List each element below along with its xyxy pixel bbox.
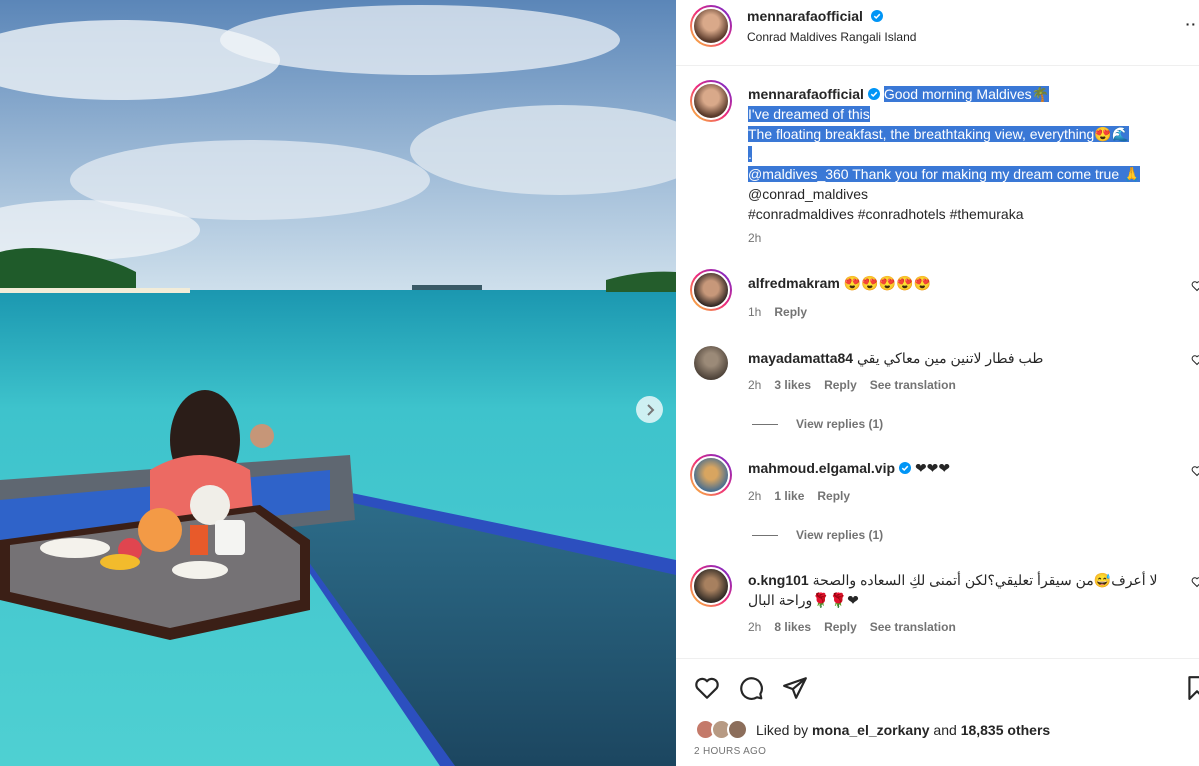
caption-line: @maldives_360 Thank you for making my dr…: [748, 166, 1141, 182]
comment: mahmoud.elgamal.vip ❤❤❤ 2h 1 like Reply …: [676, 452, 1199, 552]
verified-badge-icon: [870, 10, 883, 22]
comment-meta: 2h 3 likes Reply See translation: [748, 378, 956, 392]
comment: alfredmakram 😍😍😍😍😍 1h Reply: [676, 267, 1199, 327]
liked-by: Liked by mona_el_zorkany and 18,835 othe…: [756, 722, 1050, 738]
reply-button[interactable]: Reply: [824, 620, 857, 634]
post-media[interactable]: [0, 0, 676, 766]
reply-button[interactable]: Reply: [824, 378, 857, 392]
comment-text: ❤❤❤: [914, 460, 951, 476]
liker-avatar: [727, 719, 748, 740]
comment-time[interactable]: 1h: [748, 305, 761, 319]
caption-avatar[interactable]: [690, 80, 732, 122]
see-translation-button[interactable]: See translation: [870, 620, 956, 634]
heart-icon[interactable]: [1191, 280, 1199, 292]
post-header: mennarafaofficial Conrad Maldives Rangal…: [676, 0, 1199, 66]
reply-button[interactable]: Reply: [817, 489, 850, 503]
caption-hashtags[interactable]: #conradmaldives #conradhotels #themuraka: [748, 206, 1024, 222]
post-photo: [0, 0, 676, 766]
view-replies-button[interactable]: View replies (1): [752, 417, 883, 431]
caption-line: The floating breakfast, the breathtaking…: [748, 126, 1130, 142]
reply-divider: [752, 423, 778, 425]
comment: mayadamatta84 طب فطار لاتنين مين معاكي ي…: [676, 343, 1199, 438]
comment-meta: 1h Reply: [748, 305, 807, 319]
liked-by-user[interactable]: mona_el_zorkany: [812, 722, 930, 738]
comments-list[interactable]: mennarafaofficial Good morning Maldives🌴…: [676, 67, 1199, 657]
view-replies-label: View replies (1): [796, 417, 884, 431]
more-icon[interactable]: ··: [1186, 16, 1197, 32]
author-avatar[interactable]: [690, 5, 732, 47]
caption-line: Good morning Maldives🌴: [883, 86, 1050, 102]
verified-badge-icon: [867, 88, 880, 100]
commenter-avatar[interactable]: [690, 565, 732, 607]
commenter-avatar[interactable]: [690, 269, 732, 311]
liked-by-prefix: Liked by: [756, 722, 813, 738]
caption-username[interactable]: mennarafaofficial: [748, 86, 864, 102]
next-arrow-icon: [646, 403, 654, 416]
verified-badge-icon: [899, 462, 912, 474]
comment-username[interactable]: o.kng101: [748, 572, 809, 588]
comment-text: لا أعرف😅من سيقرأ تعليقي؟لكن أتمنى لكِ ال…: [748, 572, 1158, 608]
comment-text: طب فطار لاتنين مين معاكي يقي: [856, 350, 1044, 366]
comment-likes[interactable]: 1 like: [774, 489, 804, 503]
reply-button[interactable]: Reply: [774, 305, 807, 319]
caption-line: I've dreamed of this: [748, 106, 870, 122]
caption-mention[interactable]: @conrad_maldives: [748, 186, 868, 202]
caption-line: .: [748, 146, 752, 162]
commenter-avatar[interactable]: [694, 346, 728, 380]
comment-username[interactable]: mayadamatta84: [748, 350, 853, 366]
comment-text: 😍😍😍😍😍: [843, 275, 931, 291]
heart-icon[interactable]: [1191, 354, 1199, 366]
likes-count[interactable]: 18,835 others: [961, 722, 1051, 738]
heart-icon[interactable]: [1191, 576, 1199, 588]
comment-meta: 2h 8 likes Reply See translation: [748, 620, 956, 634]
comment-time[interactable]: 2h: [748, 620, 761, 634]
comment-icon[interactable]: [738, 675, 764, 701]
comment-time[interactable]: 2h: [748, 489, 761, 503]
view-replies-label: View replies (1): [796, 528, 884, 542]
commenter-avatar[interactable]: [690, 454, 732, 496]
post-side-panel: mennarafaofficial Conrad Maldives Rangal…: [676, 0, 1199, 766]
comment-username[interactable]: alfredmakram: [748, 275, 840, 291]
comment-likes[interactable]: 3 likes: [774, 378, 811, 392]
comment: o.kng101 لا أعرف😅من سيقرأ تعليقي؟لكن أتم…: [676, 563, 1199, 643]
see-translation-button[interactable]: See translation: [870, 378, 956, 392]
post-location[interactable]: Conrad Maldives Rangali Island: [747, 30, 916, 44]
view-replies-button[interactable]: View replies (1): [752, 528, 883, 542]
bookmark-icon[interactable]: [1184, 675, 1199, 701]
comment-time[interactable]: 2h: [748, 378, 761, 392]
comment-likes[interactable]: 8 likes: [774, 620, 811, 634]
heart-icon[interactable]: [1191, 465, 1199, 477]
comment-username[interactable]: mahmoud.elgamal.vip: [748, 460, 895, 476]
next-media-button[interactable]: [636, 396, 663, 423]
reply-divider: [752, 534, 778, 536]
post-timestamp[interactable]: 2 HOURS AGO: [694, 746, 766, 757]
comment-meta: 2h 1 like Reply: [748, 489, 850, 503]
caption-time: 2h: [748, 231, 761, 245]
liked-by-suffix: and: [929, 722, 961, 738]
author-username[interactable]: mennarafaofficial: [747, 8, 863, 24]
like-heart-icon[interactable]: [694, 675, 720, 701]
share-icon[interactable]: [782, 675, 808, 701]
caption-timestamp[interactable]: 2h: [748, 231, 761, 245]
